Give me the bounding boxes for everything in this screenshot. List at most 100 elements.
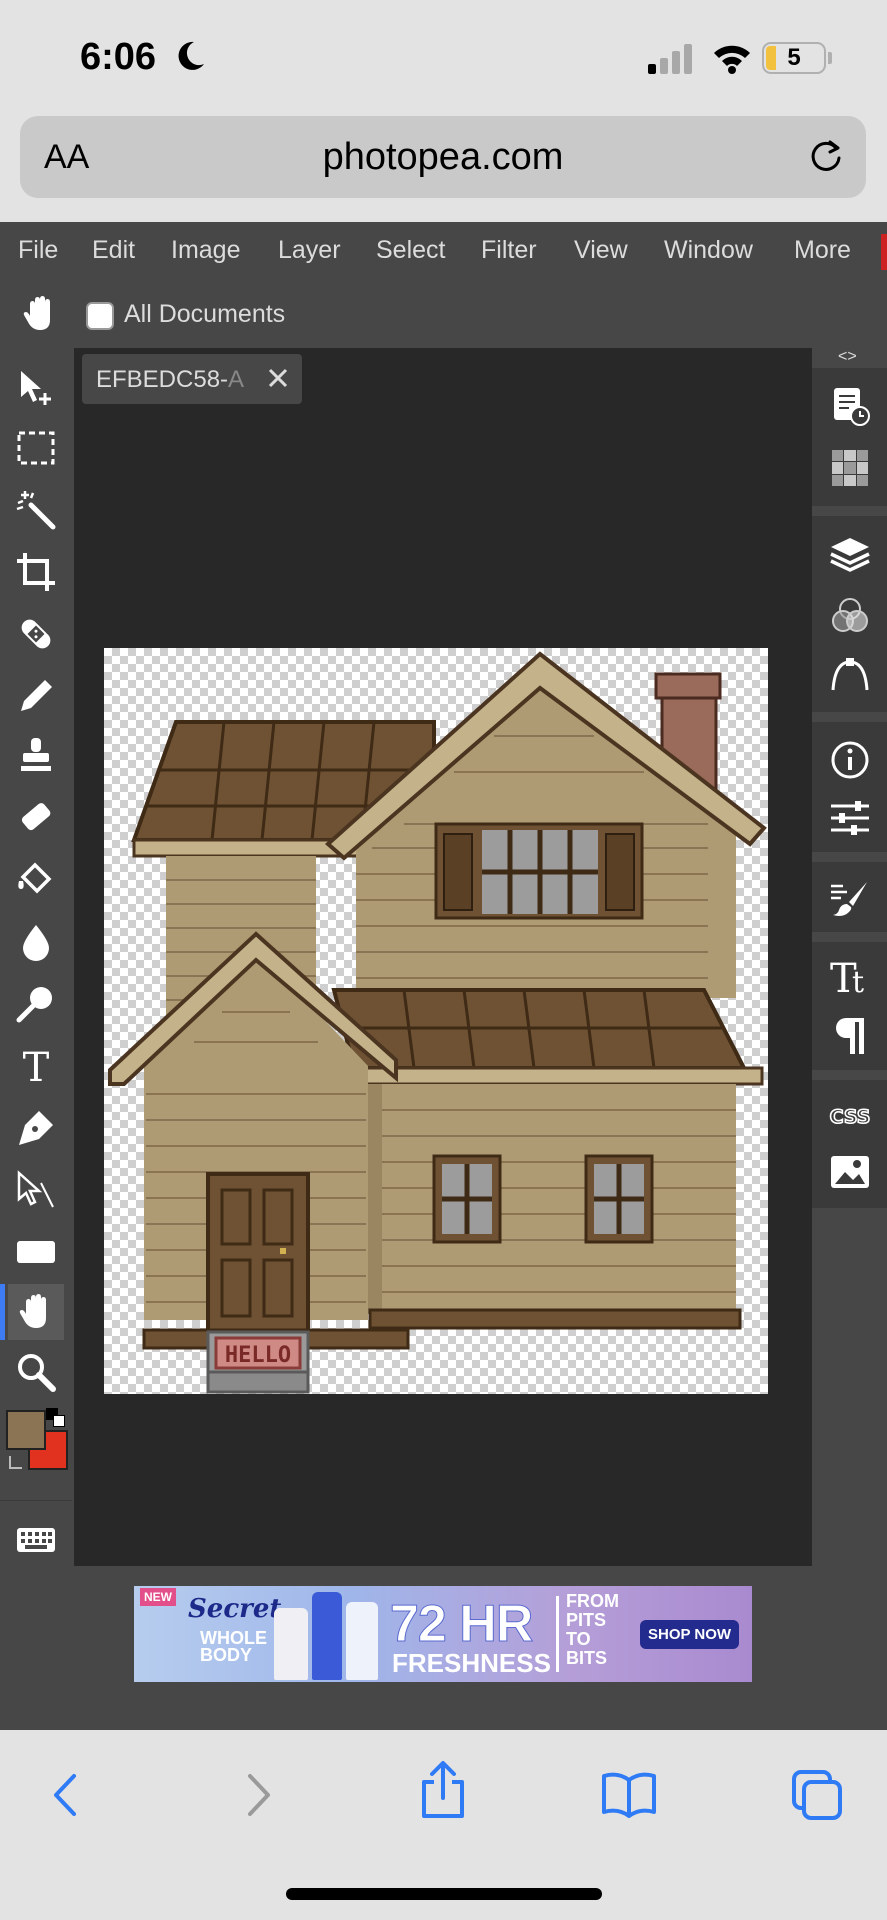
- brush-tool[interactable]: [8, 668, 64, 724]
- battery-level: 5: [787, 44, 801, 71]
- paths-panel-button[interactable]: [816, 648, 884, 704]
- panel-group-type: Tt: [812, 942, 887, 1070]
- photopea-app: File Edit Image Layer Select Filter View…: [0, 222, 887, 1730]
- menu-filter[interactable]: Filter: [481, 236, 537, 265]
- menu-layer[interactable]: Layer: [278, 236, 341, 265]
- ad-shop-now-button[interactable]: SHOP NOW: [640, 1620, 740, 1649]
- account-button[interactable]: [881, 234, 887, 270]
- svg-text:t: t: [852, 965, 864, 998]
- history-panel-button[interactable]: [816, 378, 884, 434]
- back-icon[interactable]: [48, 1770, 84, 1820]
- canvas-area[interactable]: EFBEDC58-A HELLO: [74, 348, 812, 1566]
- css-icon: CSS: [829, 1105, 871, 1129]
- crop-icon: [17, 553, 55, 591]
- image-panel-button[interactable]: [816, 1144, 884, 1200]
- color-swatches[interactable]: [4, 1408, 70, 1476]
- bookmarks-icon[interactable]: [600, 1770, 658, 1820]
- menu-select[interactable]: Select: [376, 236, 445, 265]
- paint-bucket-tool[interactable]: [8, 852, 64, 908]
- info-icon: [831, 741, 869, 779]
- clock: 6:06: [80, 36, 157, 78]
- advertisement-banner[interactable]: NEW Secret WHOLE BODY 72 HR FRESHNESS FRO…: [134, 1586, 752, 1682]
- svg-text:T: T: [23, 1045, 50, 1087]
- zoom-tool[interactable]: [8, 1344, 64, 1400]
- pen-tool[interactable]: [8, 1100, 64, 1156]
- clone-stamp-tool[interactable]: [8, 728, 64, 784]
- battery-cap: [828, 52, 832, 64]
- layers-icon: [830, 538, 870, 572]
- adjustments-panel-button[interactable]: [816, 790, 884, 846]
- menu-window[interactable]: Window: [664, 236, 753, 265]
- menu-image[interactable]: Image: [171, 236, 240, 265]
- paragraph-panel-button[interactable]: [816, 1008, 884, 1064]
- blur-tool[interactable]: [8, 914, 64, 970]
- crop-tool[interactable]: [8, 544, 64, 600]
- eraser-tool[interactable]: [8, 790, 64, 846]
- foreground-color-swatch[interactable]: [6, 1410, 46, 1450]
- product-bottle: [312, 1592, 342, 1680]
- product-bottle: [274, 1608, 308, 1680]
- hand-tool[interactable]: [0, 1284, 64, 1340]
- document-tab[interactable]: EFBEDC58-A: [82, 354, 302, 404]
- type-icon: T: [23, 1045, 50, 1087]
- healing-brush-tool[interactable]: [8, 606, 64, 662]
- cellular-signal-icon: [648, 44, 692, 74]
- menu-more[interactable]: More: [794, 236, 851, 265]
- close-icon[interactable]: [266, 366, 290, 390]
- css-panel-button[interactable]: CSS: [816, 1088, 884, 1144]
- move-icon: [21, 371, 51, 405]
- marquee-tool[interactable]: [8, 420, 64, 476]
- home-indicator: [286, 1888, 602, 1900]
- share-icon[interactable]: [418, 1760, 468, 1820]
- paths-icon: [831, 658, 869, 691]
- document-image[interactable]: HELLO: [104, 648, 768, 1394]
- rectangle-tool[interactable]: [8, 1224, 64, 1280]
- ad-area: NEW Secret WHOLE BODY 72 HR FRESHNESS FRO…: [0, 1566, 887, 1730]
- ad-headline: 72 HR: [389, 1595, 533, 1654]
- move-tool[interactable]: [8, 360, 64, 416]
- path-select-icon: [17, 1170, 54, 1208]
- ad-new-badge: NEW: [140, 1588, 176, 1606]
- menu-view[interactable]: View: [574, 236, 628, 265]
- toolbar-divider: [0, 1500, 72, 1501]
- keyboard-icon: [17, 1528, 55, 1552]
- magic-wand-tool[interactable]: [8, 482, 64, 538]
- info-panel-button[interactable]: [816, 732, 884, 788]
- tool-options-bar: All Documents: [0, 280, 887, 348]
- wifi-icon: [714, 45, 750, 74]
- address-bar[interactable]: AA photopea.com: [20, 116, 866, 198]
- magnifier-icon: [18, 1354, 56, 1392]
- rectangle-icon: [17, 1241, 55, 1263]
- ad-subheadline: FRESHNESS: [392, 1648, 551, 1678]
- keyboard-button[interactable]: [8, 1512, 64, 1568]
- swap-colors-icon[interactable]: [6, 1452, 28, 1474]
- dodge-tool[interactable]: [8, 976, 64, 1032]
- path-selection-tool[interactable]: [8, 1162, 64, 1218]
- pencil-icon: [21, 680, 52, 711]
- svg-text:CSS: CSS: [830, 1106, 871, 1128]
- brush-panel-button[interactable]: [816, 870, 884, 926]
- channels-panel-button[interactable]: [816, 588, 884, 644]
- all-documents-checkbox[interactable]: [86, 302, 114, 330]
- magic-wand-icon: [16, 491, 56, 530]
- moon-icon: [178, 41, 204, 70]
- channels-icon: [832, 598, 868, 632]
- reload-icon[interactable]: [806, 136, 846, 176]
- history-icon: [834, 388, 870, 426]
- character-icon: Tt: [830, 956, 864, 998]
- hand-icon: [19, 1294, 46, 1328]
- paragraph-icon: [836, 1018, 864, 1054]
- panel-group-brush: [812, 862, 887, 932]
- swatches-panel-button[interactable]: [816, 440, 884, 496]
- menu-bar: File Edit Image Layer Select Filter View…: [0, 222, 887, 280]
- character-panel-button[interactable]: Tt: [816, 948, 884, 1004]
- panel-collapse-arrows[interactable]: <>: [838, 348, 857, 366]
- menu-edit[interactable]: Edit: [92, 236, 135, 265]
- tabs-icon[interactable]: [790, 1768, 846, 1822]
- default-colors-icon[interactable]: [46, 1408, 66, 1428]
- menu-file[interactable]: File: [18, 236, 58, 265]
- url-text[interactable]: photopea.com: [20, 136, 866, 179]
- forward-icon[interactable]: [240, 1770, 276, 1820]
- type-tool[interactable]: T: [8, 1038, 64, 1094]
- layers-panel-button[interactable]: [816, 526, 884, 582]
